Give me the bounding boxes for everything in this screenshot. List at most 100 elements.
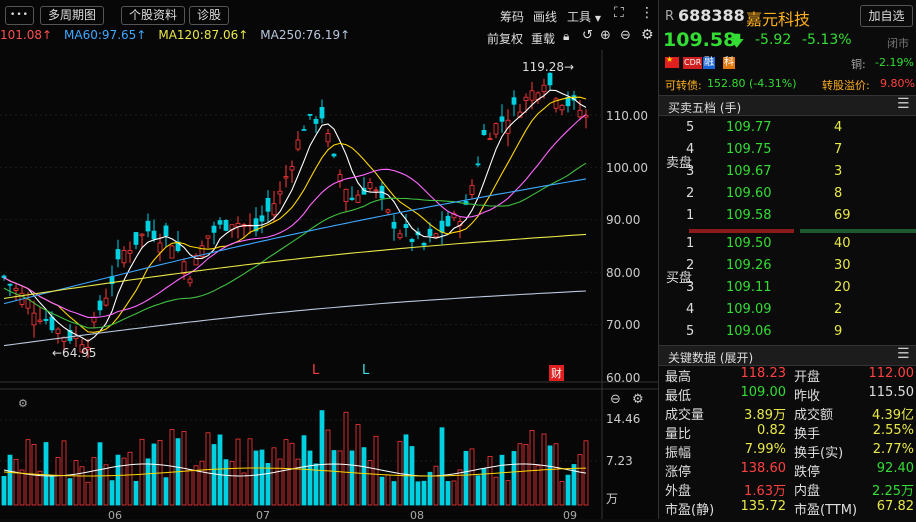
keydata-value: 1.63万 xyxy=(744,484,786,499)
volume-bar xyxy=(499,454,505,506)
candle-body xyxy=(427,228,433,237)
candle-body xyxy=(169,245,175,259)
sell-level-row[interactable]: 4 109.75 7 xyxy=(659,139,916,161)
down-arrow-icon: 🡇 xyxy=(729,32,745,50)
candle-body xyxy=(277,190,283,195)
volume-settings-icon[interactable]: ⚙ xyxy=(632,392,644,407)
sell-level-row[interactable]: 3 109.67 3 xyxy=(659,161,916,183)
cdr-badge[interactable]: CDR xyxy=(683,57,703,69)
buy-level-row[interactable]: 3 109.11 20 xyxy=(659,277,916,299)
convertible-value[interactable]: 152.80 (-4.31%) xyxy=(707,77,796,90)
sell-price: 109.60 xyxy=(726,186,772,201)
candle-body xyxy=(97,300,103,311)
buy-level-row[interactable]: 1 109.50 40 xyxy=(659,233,916,255)
volume-bar xyxy=(145,458,151,506)
stock-code: 688388 xyxy=(678,6,745,25)
event-marker-l[interactable]: L xyxy=(312,363,319,378)
volume-bar xyxy=(493,476,499,506)
buy-level-row[interactable]: 4 109.09 2 xyxy=(659,299,916,321)
volume-minimize-icon[interactable]: ⊖ xyxy=(610,392,621,407)
keydata-label: 换手(实) xyxy=(794,446,844,461)
candle-body xyxy=(265,197,271,212)
sell-level-row[interactable]: 5 109.77 4 xyxy=(659,117,916,139)
volume-bar xyxy=(361,447,367,506)
candle-body xyxy=(283,176,289,179)
candle-body xyxy=(469,185,475,195)
ma-line xyxy=(3,290,587,347)
keydata-menu-icon[interactable]: ☰ xyxy=(897,346,910,362)
candle-body xyxy=(271,203,277,216)
candle-body xyxy=(211,225,217,233)
volume-bar xyxy=(91,457,97,506)
keydata-value: 0.82 xyxy=(757,423,786,438)
candle-body xyxy=(7,283,13,286)
buy-level-row[interactable]: 5 109.06 9 xyxy=(659,321,916,343)
price-tick: 110.00 xyxy=(606,109,648,123)
sell-level-row[interactable]: 2 109.60 8 xyxy=(659,183,916,205)
volume-bar xyxy=(553,443,559,506)
volume-bar xyxy=(199,460,205,506)
buy-price: 109.06 xyxy=(726,324,772,339)
keydata-label: 内盘 xyxy=(794,484,821,499)
price-tick: 60.00 xyxy=(606,371,641,385)
keydata-value: 112.00 xyxy=(868,366,915,381)
candle-body xyxy=(493,123,499,135)
buy-vol: 2 xyxy=(834,302,843,317)
candle-body xyxy=(541,84,547,93)
candle-body xyxy=(31,312,37,326)
sell-vol: 4 xyxy=(834,120,843,135)
buy-lvl: 1 xyxy=(686,236,695,251)
keydata-value: 115.50 xyxy=(868,385,915,400)
sell-level-row[interactable]: 1 109.58 69 xyxy=(659,205,916,227)
event-marker-l[interactable]: L xyxy=(362,363,369,378)
candle-body xyxy=(295,139,301,150)
candle-body xyxy=(373,189,379,192)
candle-body xyxy=(1,275,7,278)
convertible-label: 可转债: xyxy=(665,79,702,92)
volume-bar xyxy=(133,480,139,506)
star-market-badge[interactable]: 科 xyxy=(723,57,735,69)
sell-side-label: 卖盘 xyxy=(666,156,693,171)
copper-value[interactable]: -2.19% xyxy=(875,56,914,69)
volume-tick: 7.23 xyxy=(606,454,633,468)
r-flag: R xyxy=(665,9,675,24)
sell-price: 109.58 xyxy=(726,208,772,223)
kline-panel: ••• 多周期图 个股资料 诊股 筹码 画线 工具 ▼ ⛶ ⋮ 101.08↑ M… xyxy=(0,0,658,522)
candle-body xyxy=(355,194,361,203)
buy-level-row[interactable]: 2 109.26 30 xyxy=(659,255,916,277)
volume-ma-line xyxy=(3,467,587,477)
sell-price: 109.67 xyxy=(726,164,772,179)
add-watchlist-button[interactable]: 加自选 xyxy=(860,5,913,27)
candle-body xyxy=(475,163,481,166)
candle-body xyxy=(49,316,55,331)
price-change-pct: -5.13% xyxy=(802,32,852,48)
candle-body xyxy=(409,239,415,243)
candle-body xyxy=(121,249,127,264)
candle-body xyxy=(565,97,571,107)
volume-bar xyxy=(85,481,91,506)
orderbook-menu-icon[interactable]: ☰ xyxy=(897,96,910,112)
kline-chart[interactable] xyxy=(0,0,658,519)
volume-bar xyxy=(535,465,541,506)
candle-body xyxy=(223,219,229,231)
buy-pressure-bar xyxy=(800,229,916,233)
keydata-value: 2.55% xyxy=(872,423,914,438)
china-flag-icon: ★ xyxy=(665,55,679,68)
keydata-value: 92.40 xyxy=(876,461,914,476)
volume-bar xyxy=(73,460,79,506)
volume-bar xyxy=(505,480,511,506)
keydata-title[interactable]: 关键数据 (展开) xyxy=(668,349,753,366)
keydata-label: 市盈(TTM) xyxy=(794,503,858,518)
finance-report-marker[interactable]: 财 xyxy=(549,365,564,381)
volume-settings-icon[interactable]: ⚙ xyxy=(18,397,28,410)
candle-body xyxy=(217,220,223,225)
volume-bar xyxy=(49,476,55,506)
price-tick: 90.00 xyxy=(606,213,641,227)
sell-price: 109.75 xyxy=(726,142,772,157)
candle-body xyxy=(157,242,163,253)
candle-body xyxy=(367,182,373,189)
keydata-value: 109.00 xyxy=(740,385,787,400)
margin-badge[interactable]: 融 xyxy=(703,57,715,69)
candle-body xyxy=(385,209,391,213)
candle-body xyxy=(43,318,49,322)
